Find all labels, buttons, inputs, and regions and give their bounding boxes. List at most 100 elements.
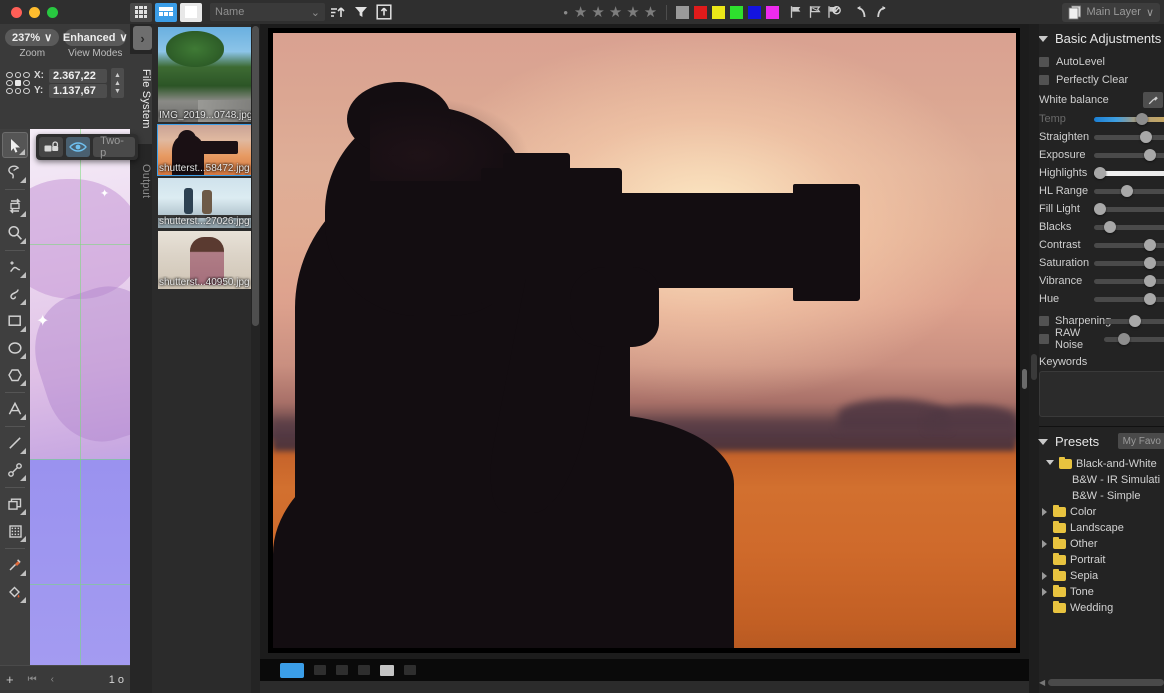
undo-arrow-icon[interactable] [851, 5, 868, 19]
star-5[interactable]: ★ [644, 5, 657, 20]
lasso-tool[interactable] [2, 159, 28, 185]
slider-knob[interactable] [1144, 257, 1157, 269]
checkbox-box[interactable] [1039, 57, 1049, 67]
page-mode-select[interactable]: Two-p [93, 135, 135, 159]
slider-track-wrap[interactable] [1104, 330, 1164, 348]
flag-icon[interactable] [789, 5, 803, 19]
flag-rejected-icon[interactable] [827, 5, 842, 19]
sort-ascending-icon[interactable] [328, 2, 348, 22]
tree-item-black-and-white[interactable]: Black-and-White [1045, 456, 1164, 472]
checkbox-autolevel[interactable]: AutoLevel [1039, 53, 1164, 71]
twisty-closed-icon[interactable] [1039, 588, 1049, 596]
rating-none-dot[interactable]: • [563, 6, 568, 19]
bottom-icon-2[interactable] [336, 665, 348, 675]
redo-arrow-icon[interactable] [875, 5, 892, 19]
slider-knob[interactable] [1094, 203, 1106, 215]
color-label-green[interactable] [730, 5, 744, 19]
canvas-scrollbar-thumb[interactable] [1022, 369, 1027, 389]
text-tool[interactable] [2, 396, 28, 422]
line-tool[interactable] [2, 430, 28, 456]
zoom-magnifier-tool[interactable] [2, 220, 28, 246]
slider-knob[interactable] [1129, 315, 1142, 327]
zoom-level-select[interactable]: 237% ∨ [5, 29, 60, 46]
twisty-closed-icon[interactable] [1039, 540, 1049, 548]
right-panel-scrollbar[interactable] [1029, 24, 1039, 693]
scroll-left-icon[interactable]: ◀ [1039, 678, 1045, 687]
slider-track-wrap[interactable] [1094, 272, 1164, 290]
previous-page-button[interactable]: ‹ [51, 674, 54, 685]
slider-highlights[interactable]: Highlights [1039, 164, 1164, 182]
slider-knob[interactable] [1103, 221, 1116, 233]
slider-vibrance[interactable]: Vibrance [1039, 272, 1164, 290]
slider-track-wrap[interactable] [1094, 128, 1164, 146]
star-4[interactable]: ★ [626, 5, 639, 20]
right-panel-scrollbar-thumb[interactable] [1031, 354, 1037, 380]
slider-saturation[interactable]: Saturation [1039, 254, 1164, 272]
healing-brush-tool[interactable] [2, 254, 28, 280]
transform-tool[interactable] [2, 193, 28, 219]
filter-funnel-icon[interactable] [351, 2, 371, 22]
color-label-magenta[interactable] [766, 5, 780, 19]
slider-knob[interactable] [1140, 131, 1153, 143]
slider-track-wrap[interactable] [1094, 200, 1164, 218]
checkbox-perfectly-clear[interactable]: Perfectly Clear [1039, 71, 1164, 89]
ellipse-tool[interactable] [2, 335, 28, 361]
pattern-tool[interactable] [2, 518, 28, 544]
star-3[interactable]: ★ [609, 5, 622, 20]
curve-pen-tool[interactable] [2, 281, 28, 307]
first-page-button[interactable]: ⏮ [28, 674, 37, 685]
slider-track-wrap[interactable] [1094, 236, 1164, 254]
anchor-point-grid-icon[interactable] [6, 72, 30, 94]
bottom-icon-1[interactable] [314, 665, 326, 675]
export-up-icon[interactable] [374, 2, 394, 22]
slider-knob[interactable] [1144, 239, 1157, 251]
tree-item-other[interactable]: Other [1039, 536, 1164, 552]
checkbox-box[interactable] [1039, 334, 1049, 344]
section-basic-adjustments-header[interactable]: Basic Adjustments [1029, 24, 1164, 53]
slider-knob[interactable] [1144, 275, 1157, 287]
checkbox-box[interactable] [1039, 316, 1049, 326]
twisty-closed-icon[interactable] [1039, 508, 1049, 516]
twisty-closed-icon[interactable] [1039, 572, 1049, 580]
tree-item-sepia[interactable]: Sepia [1039, 568, 1164, 584]
shadow-box-tool[interactable] [2, 491, 28, 517]
eye-icon[interactable] [66, 137, 91, 157]
filmstrip-scrollbar[interactable] [251, 24, 260, 693]
flag-outline-icon[interactable] [808, 5, 822, 19]
y-input[interactable]: 1.137,67 [49, 83, 107, 98]
x-input[interactable]: 2.367,22 [49, 68, 107, 83]
slider-straighten[interactable]: Straighten [1039, 128, 1164, 146]
list-item[interactable]: IMG_2019...0748.jpg [158, 27, 254, 122]
tree-item-bw-simple[interactable]: B&W - Simple [1045, 488, 1164, 504]
slider-track-wrap[interactable] [1094, 164, 1164, 182]
maximize-window-button[interactable] [47, 6, 58, 18]
color-label-gray[interactable] [676, 5, 690, 19]
list-item[interactable]: shutterst...40950.jpg [158, 231, 254, 289]
slider-blacks[interactable]: Blacks [1039, 218, 1164, 236]
main-canvas[interactable] [260, 24, 1029, 681]
keywords-input[interactable] [1039, 371, 1164, 417]
node-link-tool[interactable] [2, 457, 28, 483]
star-2[interactable]: ★ [591, 5, 604, 20]
list-item[interactable]: shutterst...58472.jpg [157, 124, 255, 176]
slider-track-wrap[interactable] [1094, 110, 1164, 128]
tree-item-color[interactable]: Color [1039, 504, 1164, 520]
slider-raw-noise[interactable]: RAW Noise [1039, 327, 1164, 351]
expand-panel-chevron-icon[interactable]: › [133, 26, 152, 50]
eyedropper-icon[interactable] [1143, 91, 1163, 108]
tree-item-tone[interactable]: Tone [1039, 584, 1164, 600]
bottom-primary-button[interactable] [280, 662, 304, 678]
slider-knob[interactable] [1120, 185, 1133, 197]
list-item[interactable]: shutterst...27026.jpg [158, 178, 254, 228]
add-page-button[interactable]: + [6, 672, 14, 687]
coordinate-stepper[interactable]: ▲ ▲ ▼ [111, 68, 124, 98]
color-label-blue[interactable] [748, 5, 762, 19]
view-mode-select[interactable]: Enhanced ∨ [63, 29, 128, 46]
twisty-open-icon[interactable] [1045, 459, 1055, 469]
slider-track-wrap[interactable] [1094, 254, 1164, 272]
eyedropper-tool[interactable] [2, 552, 28, 578]
photo-image[interactable] [273, 33, 1016, 648]
filmstrip-view-button[interactable] [155, 2, 177, 22]
canvas-vertical-scrollbar[interactable] [1020, 24, 1029, 681]
slider-contrast[interactable]: Contrast [1039, 236, 1164, 254]
